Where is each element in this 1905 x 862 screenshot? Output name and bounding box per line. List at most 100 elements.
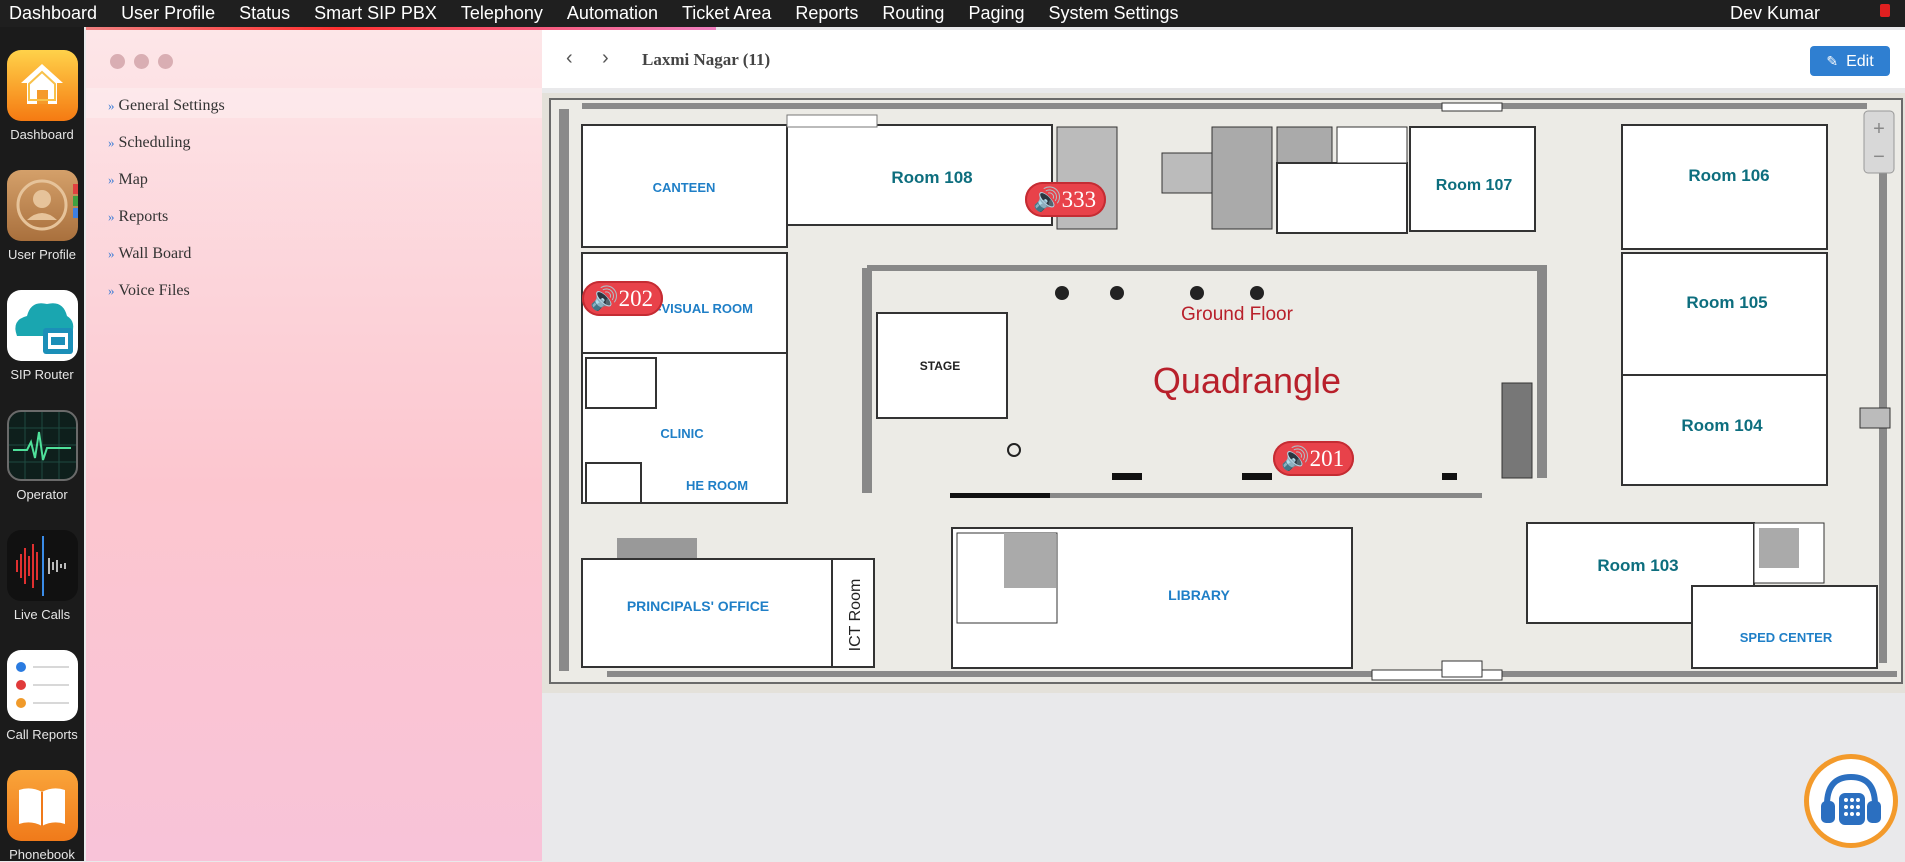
floor-map[interactable]: + − CANTEEN Room 108 Room 107 Room 106 R… xyxy=(542,93,1905,693)
room-106-label: Room 106 xyxy=(1688,166,1769,185)
speaker-badge[interactable]: 🔊201 xyxy=(1273,441,1355,476)
room-103-label: Room 103 xyxy=(1597,556,1678,575)
sip-router-icon: SIP xyxy=(6,290,78,361)
dock-sip-router[interactable]: SIP SIP Router xyxy=(0,290,84,382)
user-profile-icon xyxy=(6,170,78,241)
menu-paging[interactable]: Paging xyxy=(959,0,1039,27)
room-principals-label: PRINCIPALS' OFFICE xyxy=(627,598,769,614)
speaker-extension: 202 xyxy=(618,286,654,311)
previous-arrow-icon[interactable]: ‹ xyxy=(566,47,573,70)
minimize-dot[interactable] xyxy=(134,54,149,69)
sidebar-item-label: Scheduling xyxy=(118,134,191,151)
window-controls xyxy=(110,54,173,69)
home-icon xyxy=(6,50,78,121)
menu-routing[interactable]: Routing xyxy=(873,0,959,27)
sidebar-item-scheduling[interactable]: » Scheduling xyxy=(108,134,225,171)
svg-text:−: − xyxy=(1873,146,1885,168)
room-107-label: Room 107 xyxy=(1436,177,1513,194)
room-canteen-label: CANTEEN xyxy=(653,180,716,195)
sidebar-item-map[interactable]: » Map xyxy=(108,171,225,208)
menu-reports[interactable]: Reports xyxy=(786,0,873,27)
dock-phonebook[interactable]: Phonebook xyxy=(0,770,84,862)
speaker-extension: 201 xyxy=(1309,446,1345,471)
sidebar-item-label: General Settings xyxy=(118,97,225,114)
user-name[interactable]: Dev Kumar xyxy=(1730,0,1820,27)
quadrangle-label: Quadrangle xyxy=(1153,360,1341,401)
map-header: ‹ › Laxmi Nagar (11) ✎ Edit xyxy=(542,30,1905,88)
double-chevron-right-icon: » xyxy=(108,209,115,224)
menu-ticket-area[interactable]: Ticket Area xyxy=(673,0,786,27)
edit-icon: ✎ xyxy=(1826,53,1839,69)
room-av-label: O-VISUAL ROOM xyxy=(647,301,753,316)
dock-label: SIP Router xyxy=(10,367,74,382)
menu-smart-sip-pbx[interactable]: Smart SIP PBX xyxy=(305,0,452,27)
double-chevron-right-icon: » xyxy=(108,246,115,261)
speaker-badge[interactable]: 🔊202 xyxy=(582,281,664,316)
operator-icon xyxy=(6,410,78,481)
sidebar-item-label: Reports xyxy=(118,208,169,225)
room-library-label: LIBRARY xyxy=(1168,587,1230,603)
svg-text:+: + xyxy=(1873,118,1885,140)
dock-user-profile[interactable]: User Profile xyxy=(0,170,84,262)
menu-dashboard[interactable]: Dashboard xyxy=(0,0,112,27)
room-sped-label: SPED CENTER xyxy=(1740,630,1833,645)
main-panel: ‹ › Laxmi Nagar (11) ✎ Edit + − CANTEEN … xyxy=(542,30,1905,861)
double-chevron-right-icon: » xyxy=(108,98,115,113)
sip-badge: SIP xyxy=(16,338,36,352)
dock-label: Dashboard xyxy=(10,127,74,142)
speaker-icon: 🔊 xyxy=(1281,446,1310,471)
top-menu: Dashboard User Profile Status Smart SIP … xyxy=(0,0,1194,27)
room-stage-label: STAGE xyxy=(920,359,960,373)
menu-telephony[interactable]: Telephony xyxy=(452,0,558,27)
sidebar-item-voice-files[interactable]: » Voice Files xyxy=(108,282,225,319)
speaker-extension: 333 xyxy=(1061,187,1097,212)
settings-sidebar: » General Settings » Scheduling » Map » Repo… xyxy=(86,30,542,861)
double-chevron-right-icon: » xyxy=(108,172,115,187)
room-ict-label: ICT Room xyxy=(847,579,864,652)
top-menu-bar: Dashboard User Profile Status Smart SIP … xyxy=(0,0,1905,27)
notification-icon[interactable] xyxy=(1880,4,1890,17)
sidebar-item-label: Wall Board xyxy=(118,245,192,262)
speaker-icon: 🔊 xyxy=(1033,187,1062,212)
maximize-dot[interactable] xyxy=(158,54,173,69)
edit-label: Edit xyxy=(1846,53,1874,70)
support-button[interactable] xyxy=(1804,754,1898,848)
close-dot[interactable] xyxy=(110,54,125,69)
sidebar-item-label: Voice Files xyxy=(118,282,190,299)
phonebook-icon xyxy=(6,770,78,841)
menu-automation[interactable]: Automation xyxy=(558,0,673,27)
dock-operator[interactable]: Operator xyxy=(0,410,84,502)
room-clinic-label: CLINIC xyxy=(660,426,704,441)
room-105-label: Room 105 xyxy=(1686,293,1767,312)
sidebar-item-wall-board[interactable]: » Wall Board xyxy=(108,245,225,282)
ground-floor-label: Ground Floor xyxy=(1181,304,1294,325)
menu-user-profile[interactable]: User Profile xyxy=(112,0,230,27)
room-108-label: Room 108 xyxy=(891,168,972,187)
dock-label: Call Reports xyxy=(6,727,78,742)
sidebar-item-reports[interactable]: » Reports xyxy=(108,208,225,245)
dock-label: Phonebook xyxy=(9,847,75,862)
menu-status[interactable]: Status xyxy=(230,0,305,27)
double-chevron-right-icon: » xyxy=(108,135,115,150)
dock-dashboard[interactable]: Dashboard xyxy=(0,50,84,142)
next-arrow-icon[interactable]: › xyxy=(602,47,609,70)
dock-live-calls[interactable]: Live Calls xyxy=(0,530,84,622)
speaker-icon: 🔊 xyxy=(590,286,619,311)
speaker-badge[interactable]: 🔊333 xyxy=(1025,182,1107,217)
room-104-label: Room 104 xyxy=(1681,416,1763,435)
dock-call-reports[interactable]: Call Reports xyxy=(0,650,84,742)
dock-label: Live Calls xyxy=(13,607,71,622)
headset-icon xyxy=(1809,759,1893,843)
call-reports-icon xyxy=(6,650,78,721)
app-dock: Dashboard User Profile SIP SIP Router Op… xyxy=(0,27,84,862)
sidebar-menu: » General Settings » Scheduling » Map » Repo… xyxy=(108,97,225,319)
room-he-label: HE ROOM xyxy=(686,478,748,493)
page-title: Laxmi Nagar (11) xyxy=(642,50,771,69)
edit-button[interactable]: ✎ Edit xyxy=(1810,46,1890,76)
live-calls-icon xyxy=(6,530,78,601)
menu-system-settings[interactable]: System Settings xyxy=(1040,0,1194,27)
dock-label: User Profile xyxy=(8,247,76,262)
sidebar-item-label: Map xyxy=(118,171,148,188)
sidebar-item-general-settings[interactable]: » General Settings xyxy=(108,97,225,134)
double-chevron-right-icon: » xyxy=(108,283,115,298)
